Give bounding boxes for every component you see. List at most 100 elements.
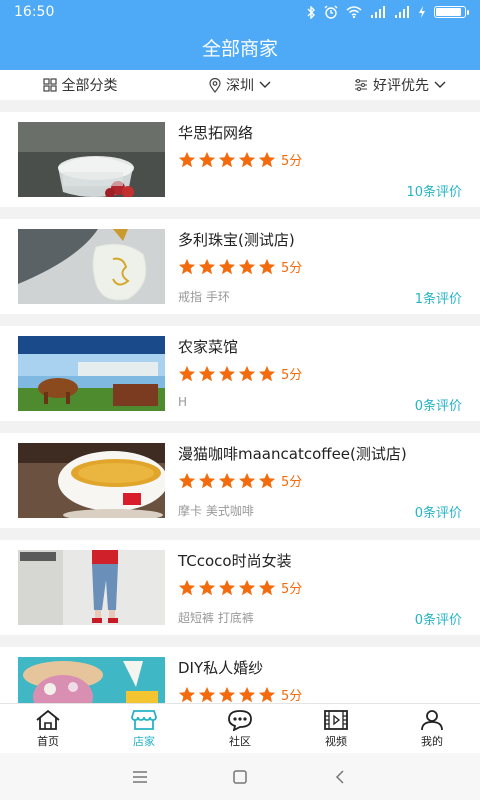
- shop-thumbnail: [18, 657, 165, 703]
- star-icon: [258, 151, 276, 167]
- grid-icon: [42, 78, 57, 92]
- rating-stars: 5分: [178, 150, 302, 169]
- status-icons: [306, 5, 469, 19]
- review-count[interactable]: 1条评价: [415, 288, 462, 307]
- rating-score: 5分: [281, 475, 303, 490]
- shop-thumbnail: [18, 443, 165, 518]
- star-icon: [238, 579, 256, 595]
- tab-label: 首页: [37, 734, 59, 748]
- star-icon: [238, 472, 256, 488]
- tab-video[interactable]: 视频: [288, 704, 384, 753]
- shop-tags: 摩卡 美式咖啡: [178, 504, 254, 518]
- shop-tags: 超短裤 打底裤: [178, 611, 254, 625]
- shop-card[interactable]: DIY私人婚纱 5分: [0, 647, 480, 703]
- star-icon: [178, 258, 196, 274]
- star-icon: [218, 365, 236, 381]
- rating-stars: 5分: [178, 578, 302, 597]
- chat-icon: [228, 709, 252, 731]
- review-count[interactable]: 0条评价: [415, 609, 462, 628]
- star-icon: [238, 686, 256, 702]
- shop-card[interactable]: 多利珠宝(测试店) 5分 戒指 手环 1条评价: [0, 219, 480, 314]
- review-count[interactable]: 0条评价: [415, 502, 462, 521]
- menu-button[interactable]: [90, 770, 190, 783]
- star-icon: [198, 365, 216, 381]
- star-icon: [258, 258, 276, 274]
- bottom-tab-bar: 首页 店家 社区 视频 我的: [0, 703, 480, 753]
- shop-thumbnail: [18, 122, 165, 197]
- review-count[interactable]: 10条评价: [406, 181, 462, 200]
- rating-stars: 5分: [178, 257, 302, 276]
- tab-home[interactable]: 首页: [0, 704, 96, 753]
- rating-score: 5分: [281, 154, 303, 169]
- star-icon: [198, 579, 216, 595]
- review-count[interactable]: 0条评价: [415, 395, 462, 414]
- star-icon: [238, 151, 256, 167]
- shop-card[interactable]: 华思拓网络 5分 10条评价: [0, 112, 480, 207]
- battery-icon: [434, 6, 469, 18]
- shop-name[interactable]: 华思拓网络: [178, 122, 253, 143]
- rating-score: 5分: [281, 368, 303, 383]
- rating-stars: 5分: [178, 685, 302, 703]
- star-icon: [178, 365, 196, 381]
- star-icon: [198, 258, 216, 274]
- user-icon: [421, 709, 443, 730]
- sort-filter[interactable]: 好评优先: [320, 75, 480, 95]
- shop-card[interactable]: 漫猫咖啡maancatcoffee(测试店) 5分 摩卡 美式咖啡 0条评价: [0, 433, 480, 528]
- rating-score: 5分: [281, 689, 303, 703]
- shop-thumbnail: [18, 336, 165, 411]
- back-icon: [335, 769, 344, 784]
- star-icon: [178, 579, 196, 595]
- star-icon: [218, 151, 236, 167]
- wifi-icon: [346, 6, 362, 18]
- rating-score: 5分: [281, 582, 303, 597]
- shop-name[interactable]: DIY私人婚纱: [178, 657, 263, 678]
- star-icon: [178, 472, 196, 488]
- tab-mine[interactable]: 我的: [384, 704, 480, 753]
- signal-icon: [395, 6, 409, 18]
- star-icon: [258, 365, 276, 381]
- chevron-down-icon: [259, 81, 271, 88]
- rating-score: 5分: [281, 261, 303, 276]
- shop-thumbnail: [18, 229, 165, 304]
- shop-tags: 戒指 手环: [178, 290, 230, 304]
- chevron-down-icon: [434, 81, 446, 88]
- shop-name[interactable]: TCcoco时尚女装: [178, 550, 292, 571]
- rating-stars: 5分: [178, 364, 302, 383]
- location-pin-icon: [209, 77, 221, 93]
- city-filter[interactable]: 深圳: [160, 75, 320, 95]
- star-icon: [258, 472, 276, 488]
- shop-name[interactable]: 多利珠宝(测试店): [178, 229, 295, 250]
- sort-filter-label: 好评优先: [373, 78, 429, 94]
- star-icon: [218, 472, 236, 488]
- filter-bar: 全部分类 深圳 好评优先: [0, 70, 480, 100]
- star-icon: [198, 686, 216, 702]
- star-icon: [198, 151, 216, 167]
- star-icon: [218, 258, 236, 274]
- shop-name[interactable]: 漫猫咖啡maancatcoffee(测试店): [178, 443, 407, 464]
- tab-community[interactable]: 社区: [192, 704, 288, 753]
- shop-thumbnail: [18, 550, 165, 625]
- system-nav-bar: [0, 753, 480, 800]
- bluetooth-icon: [307, 5, 315, 19]
- alarm-icon: [324, 5, 338, 19]
- shop-card[interactable]: TCcoco时尚女装 5分 超短裤 打底裤 0条评价: [0, 540, 480, 635]
- back-button[interactable]: [290, 769, 390, 784]
- home-nav-button[interactable]: [190, 769, 290, 784]
- tab-label: 社区: [229, 734, 251, 748]
- star-icon: [258, 686, 276, 702]
- category-filter[interactable]: 全部分类: [0, 75, 160, 95]
- shop-card[interactable]: 农家菜馆 5分 H 0条评价: [0, 326, 480, 421]
- city-filter-label: 深圳: [226, 78, 254, 94]
- star-icon: [218, 579, 236, 595]
- star-icon: [218, 686, 236, 702]
- shop-tags: H: [178, 395, 188, 409]
- shop-icon: [131, 709, 157, 730]
- shop-name[interactable]: 农家菜馆: [178, 336, 238, 357]
- video-icon: [324, 709, 348, 730]
- tab-shop[interactable]: 店家: [96, 704, 192, 753]
- charging-icon: [419, 6, 425, 18]
- shop-list[interactable]: 华思拓网络 5分 10条评价 多利珠宝(测试店) 5分 戒指 手环 1条评价 农…: [0, 100, 480, 703]
- star-icon: [198, 472, 216, 488]
- star-icon: [178, 686, 196, 702]
- star-icon: [238, 258, 256, 274]
